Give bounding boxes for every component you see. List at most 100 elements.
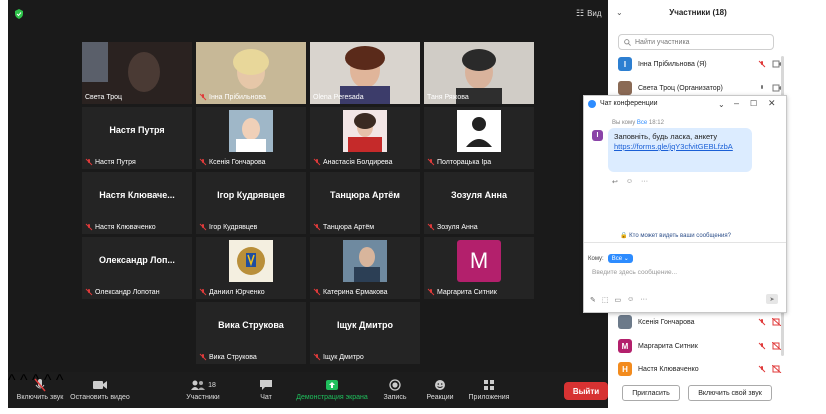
avatar: I — [618, 57, 632, 71]
avatar — [618, 81, 632, 95]
video-off-icon — [772, 365, 782, 373]
maximize-icon[interactable]: ☐ — [750, 99, 757, 108]
participant-name: Танцюра Артём — [323, 223, 375, 231]
stop-video-button[interactable]: Остановить видео — [68, 376, 132, 401]
emoji-icon[interactable]: ☺ — [627, 296, 634, 304]
participant-row-name: Света Троц (Организатор) — [638, 84, 723, 92]
video-tile[interactable]: Іщук Дмитро Іщук Дмитро — [310, 302, 420, 364]
zoom-logo-icon — [588, 100, 596, 108]
unmute-button[interactable]: Включить звук — [12, 376, 68, 401]
mic-icon — [761, 85, 763, 89]
video-tile[interactable]: Анастасія Болдирева — [310, 107, 420, 169]
chat-message-text: Заповніть, будь ласка, анкету — [614, 132, 718, 141]
file-icon[interactable]: ▭ — [615, 296, 622, 304]
video-tile[interactable]: Полторацька Іра — [424, 107, 534, 169]
record-button[interactable]: Запись — [378, 376, 412, 401]
recipient-label: Кому: — [588, 255, 604, 262]
participant-name: Олександр Лопотан — [95, 288, 160, 296]
format-icon[interactable]: ✎ — [590, 296, 596, 304]
initial-avatar: M — [457, 240, 501, 282]
close-icon[interactable]: ✕ — [768, 98, 776, 109]
reactions-button[interactable]: Реакции — [422, 376, 458, 401]
video-tile[interactable]: Ігор Кудрявцев Ігор Кудрявцев — [196, 172, 306, 234]
participant-row[interactable]: H Настя Клюваченко — [618, 359, 782, 379]
participant-name: Інна Прібильнова — [209, 93, 266, 101]
participants-count: 18 — [208, 381, 216, 389]
participant-row[interactable]: I Інна Прібильнова (Я) — [618, 54, 782, 74]
participant-search-input[interactable]: Найти участника — [618, 34, 774, 50]
participant-display-name: Танцюра Артём — [330, 190, 400, 200]
video-tile[interactable]: Даниил Юрченко — [196, 237, 306, 299]
participant-row[interactable]: M Маргарита Ситник — [618, 336, 782, 356]
video-tile[interactable]: Таня Ряжова — [424, 42, 534, 104]
chat-message-link[interactable]: https://forms.gle/jqY3cfvitGEBLfzbA — [614, 142, 733, 151]
video-tile[interactable]: Зозуля Анна Зозуля Анна — [424, 172, 534, 234]
screenshot-icon[interactable]: ⬚ — [602, 296, 609, 304]
view-button[interactable]: ☷ Вид — [576, 8, 602, 19]
video-tile[interactable]: Олександр Лоп... Олександр Лопотан — [82, 237, 192, 299]
leave-meeting-button[interactable]: Выйти — [564, 382, 608, 400]
participant-name: Маргарита Ситник — [437, 288, 497, 296]
participants-button[interactable]: 18 Участники — [178, 376, 228, 401]
mic-muted-icon — [758, 365, 766, 373]
more-icon[interactable]: ··· — [640, 296, 647, 304]
more-icon[interactable]: ··· — [641, 178, 648, 186]
participants-icon — [191, 380, 206, 390]
mic-muted-icon — [199, 93, 207, 101]
reply-icon[interactable]: ↩ — [612, 178, 618, 186]
chevron-down-icon[interactable]: ⌄ — [718, 100, 725, 109]
participant-display-name: Ігор Кудрявцев — [217, 190, 285, 200]
security-shield-icon[interactable] — [14, 9, 24, 19]
recipient-select[interactable]: Все ⌄ — [607, 254, 633, 263]
participant-row-name: Маргарита Ситник — [638, 342, 698, 350]
participant-row-name: Ксенія Гончарова — [638, 318, 695, 326]
emoji-icon[interactable]: ☺ — [626, 178, 633, 186]
share-screen-button[interactable]: Демонстрация экрана — [294, 376, 370, 401]
chat-button[interactable]: Чат — [252, 376, 280, 401]
mic-muted-icon — [427, 223, 435, 231]
video-tile[interactable]: Катерина Єрмакова — [310, 237, 420, 299]
unmute-self-button[interactable]: Включить свой звук — [688, 385, 772, 401]
video-tile-active-speaker[interactable]: Olena Peresada — [310, 42, 420, 104]
chat-message-bubble: Заповніть, будь ласка, анкету https://fo… — [608, 128, 752, 172]
avatar — [618, 315, 632, 329]
participant-row[interactable]: Ксенія Гончарова — [618, 312, 782, 332]
participant-name: Настя Путря — [95, 158, 136, 166]
chat-message-input[interactable]: Введите здесь сообщение... — [592, 269, 677, 276]
mic-muted-icon — [199, 353, 207, 361]
mic-muted-icon — [758, 60, 766, 68]
message-meta: Вы кому Все 18:12 — [612, 120, 664, 126]
video-tile[interactable]: Света Троц — [82, 42, 192, 104]
participants-title: Участники (18) — [669, 8, 727, 17]
participant-name: Даниил Юрченко — [209, 288, 265, 296]
video-tile[interactable]: Настя Клюваче... Настя Клюваченко — [82, 172, 192, 234]
participant-name: Света Троц — [85, 94, 122, 101]
apps-icon — [484, 380, 494, 390]
video-tile[interactable]: Настя Путря Настя Путря — [82, 107, 192, 169]
video-tile[interactable]: M Маргарита Ситник — [424, 237, 534, 299]
participant-name: Іщук Дмитро — [323, 353, 364, 361]
participant-display-name: Настя Клюваче... — [99, 190, 175, 200]
mic-muted-icon — [199, 223, 207, 231]
mic-muted-icon — [313, 353, 321, 361]
mic-muted-icon — [199, 288, 207, 296]
who-can-see-link[interactable]: 🔒 Кто может видеть ваши сообщения? — [620, 232, 731, 239]
video-tile[interactable]: Танцюра Артём Танцюра Артём — [310, 172, 420, 234]
reaction-emoji-icon — [435, 380, 445, 390]
mic-muted-icon — [427, 288, 435, 296]
video-tile[interactable]: Ксенія Гончарова — [196, 107, 306, 169]
mic-muted-icon — [758, 318, 766, 326]
participant-display-name: Зозуля Анна — [451, 190, 507, 200]
participant-display-name: Настя Путря — [109, 125, 165, 135]
video-tile[interactable]: Вика Струкова Вика Струкова — [196, 302, 306, 364]
video-tile[interactable]: Інна Прібильнова — [196, 42, 306, 104]
mic-muted-icon — [85, 158, 93, 166]
send-icon[interactable]: ➤ — [766, 294, 778, 304]
apps-button[interactable]: Приложения — [466, 376, 512, 401]
minimize-icon[interactable]: – — [734, 98, 739, 108]
grid-icon: ☷ — [576, 8, 585, 18]
chat-window: Чат конференции ⌄ – ☐ ✕ Вы кому Все 18:1… — [583, 95, 787, 313]
invite-button[interactable]: Пригласить — [622, 385, 680, 401]
participant-display-name: Олександр Лоп... — [99, 255, 175, 265]
mic-muted-icon — [758, 342, 766, 350]
